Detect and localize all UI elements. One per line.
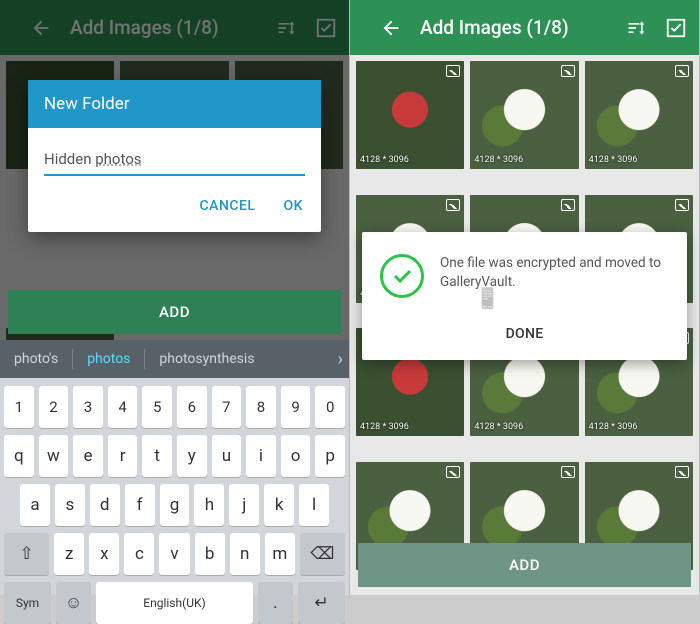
key-p[interactable]: p (315, 435, 345, 477)
suggestion[interactable]: photosynthesis (145, 351, 268, 367)
key-f[interactable]: f (125, 484, 155, 526)
key-h[interactable]: h (194, 484, 224, 526)
key-a[interactable]: a (20, 484, 50, 526)
key-emoji[interactable]: ☺ (56, 582, 91, 624)
key-r[interactable]: r (108, 435, 138, 477)
key-q[interactable]: q (4, 435, 34, 477)
key-v[interactable]: v (159, 533, 189, 575)
key-dot[interactable]: . (258, 582, 293, 624)
key-0[interactable]: 0 (315, 386, 345, 428)
key-6[interactable]: 6 (177, 386, 207, 428)
key-o[interactable]: o (281, 435, 311, 477)
key-e[interactable]: e (73, 435, 103, 477)
keyboard-suggestions: photo's photos photosynthesis › (0, 340, 349, 378)
key-s[interactable]: s (55, 484, 85, 526)
select-all-icon[interactable] (665, 17, 687, 39)
resolution-label: 4128 * 3096 (360, 422, 409, 432)
key-8[interactable]: 8 (246, 386, 276, 428)
sort-icon[interactable] (625, 17, 647, 39)
dialog-message: One file was encrypted and moved to Gall… (440, 254, 669, 292)
key-backspace[interactable]: ⌫ (300, 533, 345, 575)
key-j[interactable]: j (229, 484, 259, 526)
action-bar: Add Images (1/8) (350, 0, 699, 55)
image-thumb[interactable]: 4128 * 3096 (356, 61, 464, 169)
key-g[interactable]: g (160, 484, 190, 526)
screen-new-folder: Add Images (1/8) New Folder Hidden photo… (0, 0, 350, 595)
photo-icon (561, 199, 575, 211)
key-shift[interactable]: ⇧ (4, 533, 49, 575)
key-enter[interactable]: ↵ (298, 582, 345, 624)
key-d[interactable]: d (90, 484, 120, 526)
key-z[interactable]: z (54, 533, 84, 575)
add-button[interactable]: ADD (8, 290, 341, 334)
resolution-label: 4128 * 3096 (589, 422, 638, 432)
key-t[interactable]: t (142, 435, 172, 477)
success-dialog: One file was encrypted and moved to Gall… (362, 232, 687, 360)
photo-icon (675, 199, 689, 211)
screen-encrypted-confirm: Add Images (1/8) 4128 * 3096 4128 * 3096… (350, 0, 700, 595)
new-folder-dialog: New Folder Hidden photos CANCEL OK (28, 80, 321, 232)
key-n[interactable]: n (230, 533, 260, 575)
cancel-button[interactable]: CANCEL (200, 198, 256, 214)
key-m[interactable]: m (265, 533, 295, 575)
key-1[interactable]: 1 (4, 386, 34, 428)
key-b[interactable]: b (195, 533, 225, 575)
key-l[interactable]: l (299, 484, 329, 526)
key-space[interactable]: English(UK) (96, 582, 253, 624)
resolution-label: 4128 * 3096 (474, 155, 523, 165)
key-9[interactable]: 9 (281, 386, 311, 428)
soft-keyboard: 1 2 3 4 5 6 7 8 9 0 q w e r t y u i o p … (0, 378, 349, 595)
key-2[interactable]: 2 (39, 386, 69, 428)
suggestion[interactable]: photos (73, 351, 144, 367)
suggestion[interactable]: photo's (0, 351, 72, 367)
add-button[interactable]: ADD (358, 543, 691, 587)
expand-suggestions-icon[interactable]: › (338, 349, 343, 370)
ok-button[interactable]: OK (284, 198, 304, 214)
photo-icon (446, 65, 460, 77)
key-u[interactable]: u (212, 435, 242, 477)
photo-icon (561, 466, 575, 478)
image-thumb[interactable]: 4128 * 3096 (470, 61, 578, 169)
key-i[interactable]: i (246, 435, 276, 477)
resolution-label: 4128 * 3096 (360, 155, 409, 165)
checkmark-icon (380, 254, 424, 298)
key-3[interactable]: 3 (73, 386, 103, 428)
photo-icon (446, 466, 460, 478)
photo-icon (675, 466, 689, 478)
image-thumb[interactable]: 4128 * 3096 (585, 61, 693, 169)
key-c[interactable]: c (124, 533, 154, 575)
done-button[interactable]: DONE (380, 298, 669, 360)
photo-icon (675, 65, 689, 77)
page-title: Add Images (1/8) (420, 16, 607, 39)
photo-icon (446, 199, 460, 211)
key-4[interactable]: 4 (108, 386, 138, 428)
folder-name-input[interactable]: Hidden photos (44, 146, 305, 176)
dialog-title: New Folder (28, 80, 321, 128)
resolution-label: 4128 * 3096 (589, 155, 638, 165)
key-y[interactable]: y (177, 435, 207, 477)
photo-icon (561, 65, 575, 77)
key-x[interactable]: x (89, 533, 119, 575)
key-7[interactable]: 7 (212, 386, 242, 428)
key-sym[interactable]: Sym (4, 582, 51, 624)
key-k[interactable]: k (264, 484, 294, 526)
resolution-label: 4128 * 3096 (474, 422, 523, 432)
back-icon[interactable] (380, 17, 402, 39)
key-w[interactable]: w (39, 435, 69, 477)
key-5[interactable]: 5 (142, 386, 172, 428)
